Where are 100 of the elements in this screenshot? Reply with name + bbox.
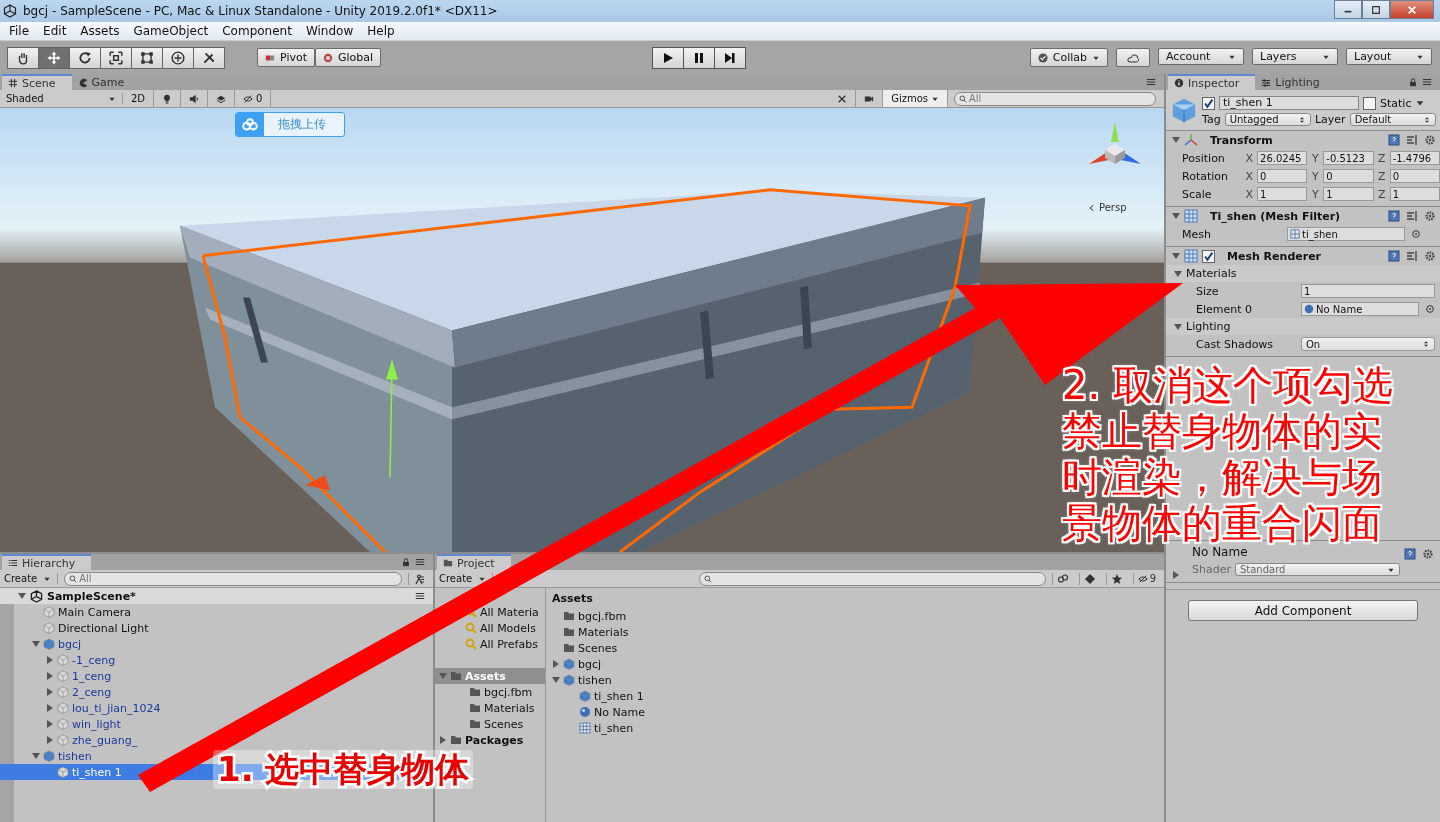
panel-tab[interactable]: Game [71,75,141,90]
breadcrumb-label: Assets [552,592,593,605]
account-dropdown[interactable]: Account [1158,48,1244,65]
asset-item[interactable]: ti_shen [568,720,634,736]
gizmos-dropdown[interactable]: Gizmos [883,90,948,107]
favorite-item[interactable]: All Prefabs [465,636,538,652]
axis-label: Y [1311,169,1320,183]
axis-label: Y [1311,151,1320,165]
object-field[interactable]: ti_shen [1287,227,1405,241]
asset-item[interactable]: bgcj.fbm [552,608,627,624]
scene-name[interactable]: SampleScene* [47,589,136,603]
favorite-item[interactable]: All Models [465,620,536,636]
hierarchy-item[interactable]: 1_ceng [46,668,112,684]
projection-toggle[interactable]: Persp [1088,202,1127,213]
field-label: Element 0 [1196,302,1254,316]
number-field[interactable]: 0 [1257,169,1308,183]
axis-label: Z [1376,151,1387,165]
asset-item[interactable]: ti_shen 1 [568,688,644,704]
hierarchy-item[interactable]: ti_shen 1 [46,764,122,780]
component-header[interactable]: Mesh Renderer [1166,247,1440,265]
panel-tab[interactable]: Inspector [1168,74,1256,90]
search-field[interactable]: All [64,571,402,586]
component-title: Mesh Renderer [1227,249,1322,263]
number-field[interactable]: 0 [1323,169,1374,183]
folder-item[interactable]: Packages [439,732,524,748]
field-label: Cast Shadows [1196,337,1275,351]
menu-item[interactable]: Component [215,24,299,38]
menu-item[interactable]: GameObject [126,24,216,38]
component-header[interactable]: Ti_shen (Mesh Filter) [1166,207,1440,225]
object-field[interactable]: No Name [1301,302,1419,316]
layers-dropdown[interactable]: Layers [1252,48,1338,65]
pivot-button[interactable]: Pivot [257,48,315,67]
asset-item[interactable]: Scenes [552,640,618,656]
hierarchy-item[interactable]: tishen [32,748,92,764]
asset-item[interactable]: tishen [552,672,612,688]
search-field[interactable]: All [954,91,1156,106]
number-field[interactable]: 1 [1301,284,1435,298]
layout-dropdown[interactable]: Layout [1346,48,1432,65]
field-label: Size [1196,284,1220,298]
number-field[interactable]: -1.4796 [1389,151,1440,165]
menu-item[interactable]: Window [298,24,361,38]
shader-dropdown[interactable]: Standard [1234,563,1400,576]
number-field[interactable]: 0 [1389,169,1440,183]
global-button[interactable]: Global [315,48,382,67]
field-label: Mesh [1182,227,1212,241]
panel-tab[interactable]: Hierarchy [2,554,92,570]
number-field[interactable]: 1 [1257,187,1308,201]
axis-label: X [1244,151,1254,165]
field-label: Rotation [1182,169,1229,183]
number-field[interactable]: 1 [1323,187,1374,201]
2d-toggle[interactable]: 2D [123,90,155,107]
hierarchy-item[interactable]: win_light [46,716,121,732]
foldout-label: Materials [1186,267,1237,280]
number-field[interactable]: 26.0245 [1257,151,1308,165]
component-title: Ti_shen (Mesh Filter) [1210,209,1341,223]
menu-item[interactable]: Help [360,24,402,38]
name-field[interactable]: ti_shen 1 [1219,96,1359,110]
dropdown[interactable]: On [1301,337,1435,351]
hierarchy-item[interactable]: 2_ceng [46,684,112,700]
hidden-objects-toggle[interactable]: 0 [235,90,272,107]
static-label: Static [1380,96,1412,110]
folder-item[interactable]: Scenes [469,716,524,732]
axis-label: X [1244,187,1254,201]
window-title: bgcj - SampleScene - PC, Mac & Linux Standalone - Unity 2019.2.0f1* <DX11> [23,4,498,18]
add-component-button[interactable]: Add Component [1188,600,1418,621]
hierarchy-item[interactable]: bgcj [32,636,82,652]
hierarchy-item[interactable]: Directional Light [32,620,149,636]
hierarchy-item[interactable]: zhe_guang_ [46,732,138,748]
hidden-packages-toggle[interactable]: 9 [1132,573,1160,584]
menu-item[interactable]: File [2,24,37,38]
asset-item[interactable]: Materials [552,624,629,640]
shading-dropdown[interactable]: Shaded [0,93,123,104]
axis-label: X [1244,169,1254,183]
asset-item[interactable]: bgcj [552,656,602,672]
menu-item[interactable]: Edit [36,24,74,38]
menu-item[interactable]: Assets [73,24,127,38]
hierarchy-item[interactable]: Main Camera [32,604,131,620]
component-header[interactable]: Transform [1166,131,1440,149]
foldout-header[interactable]: Materials [1166,265,1440,282]
folder-item[interactable]: bgcj.fbm [469,684,533,700]
foldout-header[interactable]: Lighting [1166,318,1440,335]
tag-label: Tag [1202,113,1221,126]
number-field[interactable]: 1 [1389,187,1440,201]
panel-tab[interactable]: Scene [2,74,72,90]
create-dropdown[interactable]: Create [4,573,59,584]
tag-dropdown[interactable]: Untagged [1224,113,1311,126]
panel-tab[interactable]: Project [437,554,511,570]
axis-label: Z [1376,169,1387,183]
axis-label: Y [1311,187,1320,201]
field-label: Scale [1182,187,1213,201]
layer-label: Layer [1314,113,1346,126]
layer-dropdown[interactable]: Default [1349,113,1436,126]
foldout-label: Lighting [1186,320,1231,333]
hierarchy-item[interactable]: -1_ceng [46,652,116,668]
panel-tab[interactable]: Lighting [1255,75,1336,90]
asset-item[interactable]: No Name [568,704,645,720]
folder-item[interactable]: Materials [469,700,535,716]
collab-dropdown[interactable]: Collab [1029,48,1108,67]
hierarchy-item[interactable]: lou_ti_jian_1024 [46,700,161,716]
number-field[interactable]: -0.5123 [1323,151,1374,165]
